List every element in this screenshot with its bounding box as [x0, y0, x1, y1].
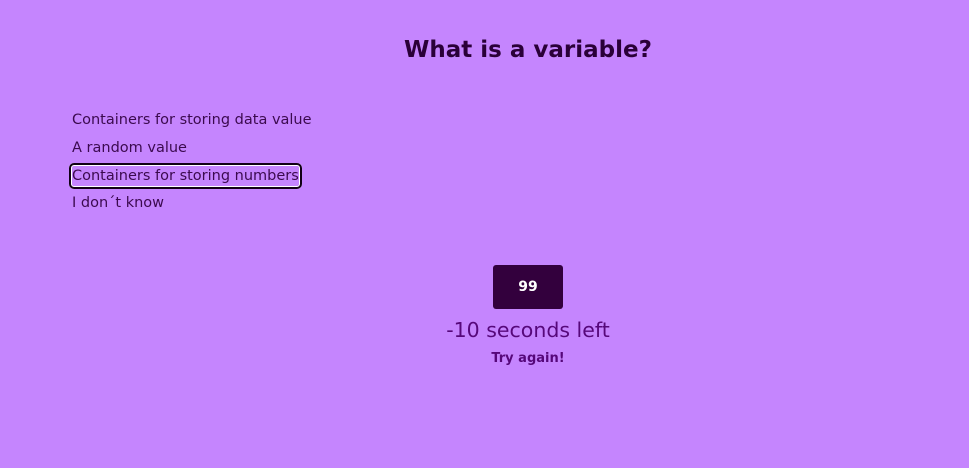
question-title: What is a variable? — [404, 37, 652, 63]
answer-option-2[interactable]: A random value — [72, 138, 312, 158]
answer-item: Containers for storing data value — [72, 110, 312, 138]
answer-item: Containers for storing numbers — [69, 163, 312, 193]
answer-option-4[interactable]: I don´t know — [72, 193, 312, 213]
answer-item: I don´t know — [72, 193, 312, 221]
timer-text: -10 seconds left — [446, 318, 610, 342]
answer-option-1[interactable]: Containers for storing data value — [72, 110, 312, 130]
status-message: Try again! — [491, 351, 565, 366]
answer-list: Containers for storing data value A rand… — [69, 110, 312, 221]
score-button[interactable]: 99 — [493, 265, 563, 309]
answer-item: A random value — [72, 138, 312, 166]
answer-option-3[interactable]: Containers for storing numbers — [69, 163, 302, 189]
